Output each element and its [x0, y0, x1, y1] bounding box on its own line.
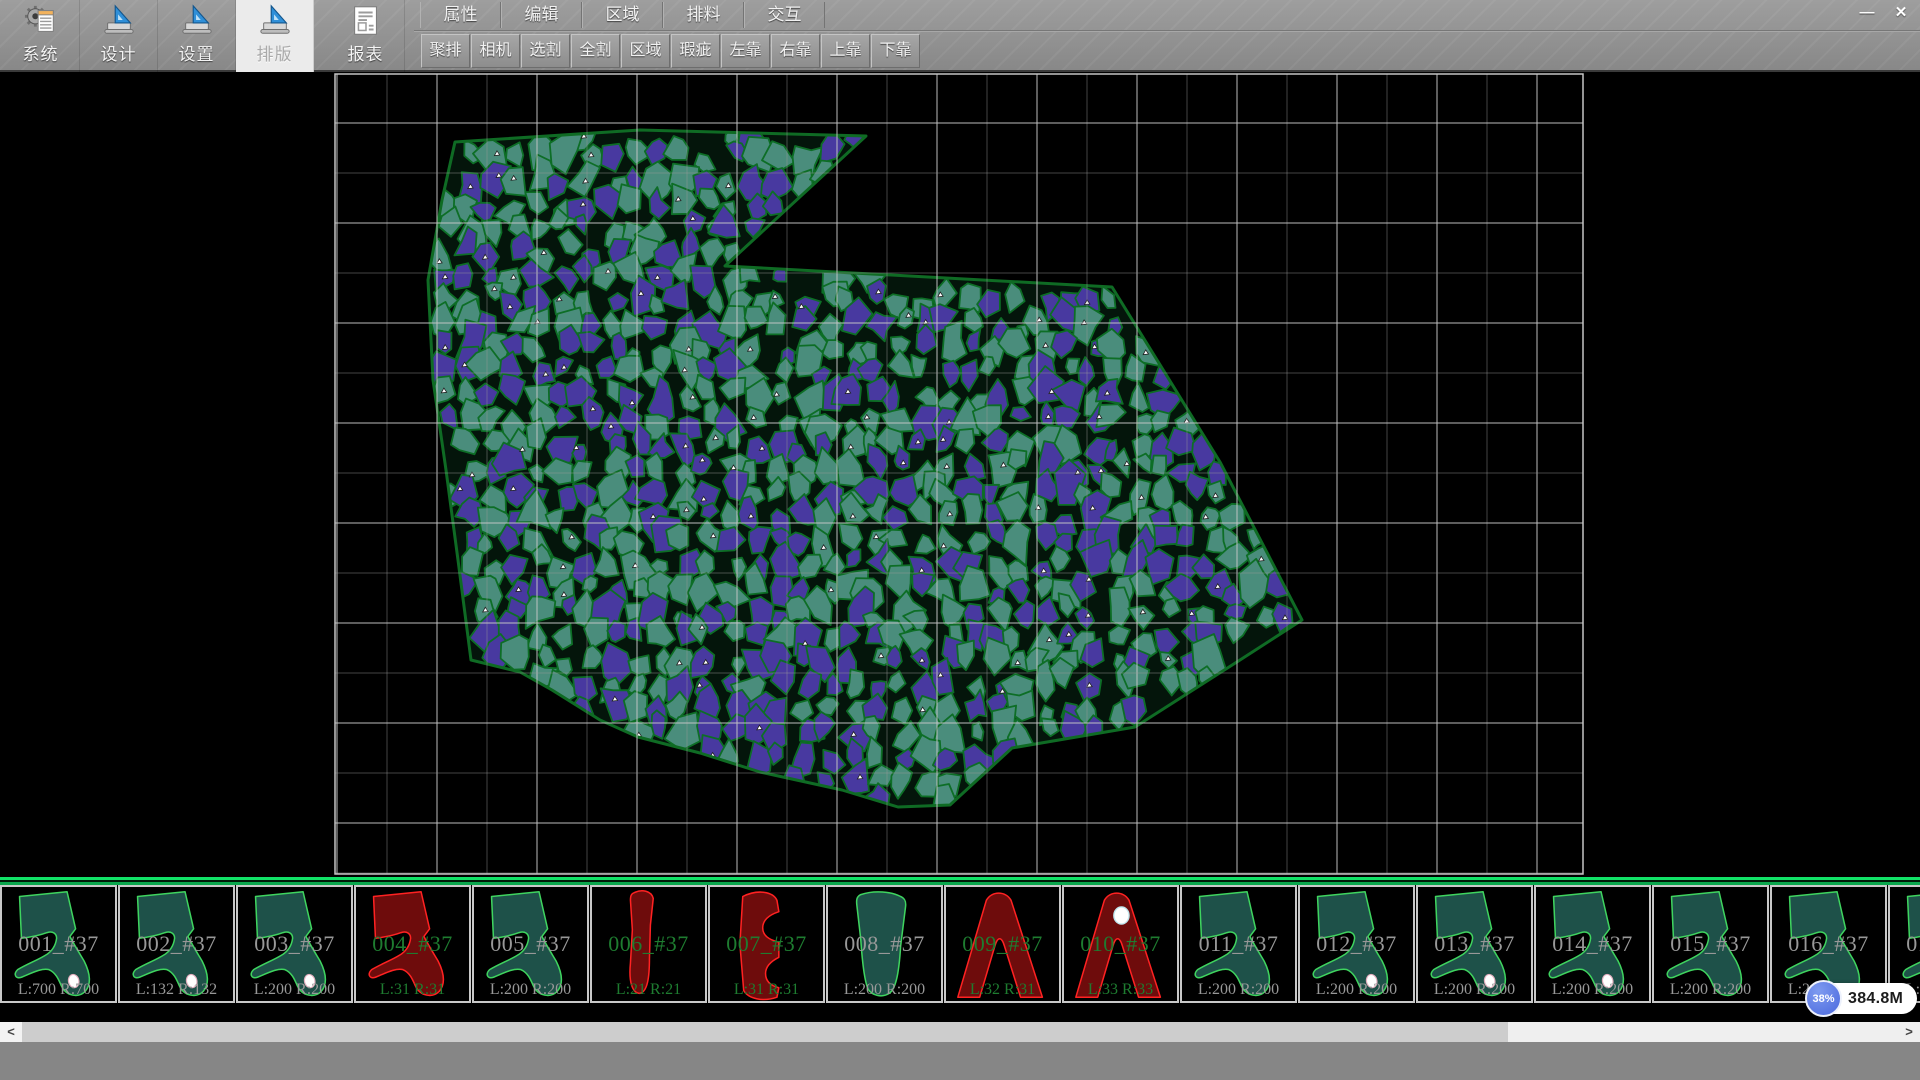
main-tab-label: 报表: [348, 40, 384, 65]
piece-thumbnail: [238, 887, 351, 1001]
thumbnail-cell[interactable]: 002_#37L:132 R:132: [118, 885, 235, 1003]
thumbnail-cell[interactable]: 008_#37L:200 R:200: [826, 885, 943, 1003]
thumbnail-cell[interactable]: 012_#37L:200 R:200: [1298, 885, 1415, 1003]
action-align-right[interactable]: 右靠: [771, 34, 820, 68]
main-tab-label: 设计: [101, 40, 137, 65]
piece-thumbnail: [1300, 887, 1413, 1001]
piece-thumbnail: [710, 887, 823, 1001]
action-select-cut[interactable]: 选割: [521, 34, 570, 68]
piece-thumbnail: [828, 887, 941, 1001]
main-tab-system[interactable]: 系统: [2, 0, 80, 72]
action-camera[interactable]: 相机: [471, 34, 520, 68]
action-cut-all[interactable]: 全割: [571, 34, 620, 68]
close-button[interactable]: ✕: [1886, 3, 1916, 23]
piece-thumbnail: [592, 887, 705, 1001]
thumbnail-cell[interactable]: 013_#37L:200 R:200: [1416, 885, 1533, 1003]
strip-divider-line: [0, 877, 1920, 885]
piece-thumbnail: [946, 887, 1059, 1001]
memory-label: 384.8M: [1848, 990, 1903, 1008]
nesting-canvas[interactable]: [0, 72, 1920, 876]
main-tab-layout[interactable]: 排版: [236, 0, 314, 72]
action-align-top[interactable]: 上靠: [821, 34, 870, 68]
thumbnail-cell[interactable]: 005_#37L:200 R:200: [472, 885, 589, 1003]
thumbnail-cell[interactable]: 015_#37L:200 R:200: [1652, 885, 1769, 1003]
status-badge[interactable]: 38% 384.8M: [1808, 983, 1917, 1014]
action-defect[interactable]: 瑕疵: [671, 34, 720, 68]
piece-thumbnail: [1182, 887, 1295, 1001]
piece-thumbnail: [1064, 887, 1177, 1001]
main-tab-label: 系统: [23, 40, 59, 65]
action-align-bottom[interactable]: 下靠: [871, 34, 920, 68]
thumbnail-cell[interactable]: 010_#37L:33 R:33: [1062, 885, 1179, 1003]
piece-thumbnail: [2, 887, 115, 1001]
piece-thumbnail: [1418, 887, 1531, 1001]
action-cluster-nest[interactable]: 聚排: [421, 34, 470, 68]
main-tab-label: 排版: [257, 40, 293, 65]
thumbnail-cell[interactable]: 014_#37L:200 R:200: [1534, 885, 1651, 1003]
main-tab-report[interactable]: 报表: [327, 0, 405, 72]
menu-region[interactable]: 区域: [582, 2, 663, 28]
menu-properties[interactable]: 属性: [420, 2, 501, 28]
piece-thumbnail-strip: 001_#37L:700 R:700002_#37L:132 R:132003_…: [0, 885, 1920, 1003]
minimize-button[interactable]: —: [1852, 3, 1882, 23]
gear-document-icon: [23, 4, 59, 38]
report-document-icon: [348, 4, 384, 38]
piece-thumbnail: [1536, 887, 1649, 1001]
menu-interact[interactable]: 交互: [744, 2, 825, 28]
scroll-right-arrow[interactable]: >: [1898, 1022, 1920, 1042]
thumbnail-cell[interactable]: 007_#37L:31 R:31: [708, 885, 825, 1003]
piece-thumbnail: [356, 887, 469, 1001]
piece-thumbnail: [474, 887, 587, 1001]
piece-thumbnail: [120, 887, 233, 1001]
action-align-left[interactable]: 左靠: [721, 34, 770, 68]
action-bar: 聚排相机选割全割区域瑕疵左靠右靠上靠下靠: [421, 34, 921, 69]
status-bar: [0, 1042, 1920, 1080]
window-controls: — ✕: [1852, 3, 1916, 23]
scrollbar-thumb[interactable]: [22, 1022, 1508, 1042]
ruler-laptop-icon: [101, 4, 137, 38]
ruler-laptop-icon: [257, 4, 293, 38]
thumbnail-cell[interactable]: 009_#37L:32 R:31: [944, 885, 1061, 1003]
main-tab-label: 设置: [179, 40, 215, 65]
thumbnail-cell[interactable]: 011_#37L:200 R:200: [1180, 885, 1297, 1003]
ruler-laptop-icon: [179, 4, 215, 38]
main-toolbar: 系统设计设置排版报表 属性编辑区域排料交互 聚排相机选割全割区域瑕疵左靠右靠上靠…: [0, 0, 1920, 72]
main-tab-design[interactable]: 设计: [80, 0, 158, 72]
horizontal-scrollbar: < >: [0, 1022, 1920, 1042]
main-tab-settings[interactable]: 设置: [158, 0, 236, 72]
action-region[interactable]: 区域: [621, 34, 670, 68]
menu-edit[interactable]: 编辑: [501, 2, 582, 28]
menu-nesting[interactable]: 排料: [663, 2, 744, 28]
thumbnail-cell[interactable]: 004_#37L:31 R:31: [354, 885, 471, 1003]
piece-thumbnail: [1654, 887, 1767, 1001]
thumbnail-cell[interactable]: 003_#37L:200 R:200: [236, 885, 353, 1003]
progress-circle: 38%: [1805, 980, 1842, 1017]
main-tab-bar: 系统 设计 设置 排版 报表: [2, 0, 405, 72]
menu-separator: [414, 30, 1920, 31]
thumbnail-cell[interactable]: 006_#37L:21 R:21: [590, 885, 707, 1003]
menu-bar: 属性编辑区域排料交互: [420, 2, 825, 30]
scroll-left-arrow[interactable]: <: [0, 1022, 22, 1042]
thumbnail-cell[interactable]: 001_#37L:700 R:700: [0, 885, 117, 1003]
